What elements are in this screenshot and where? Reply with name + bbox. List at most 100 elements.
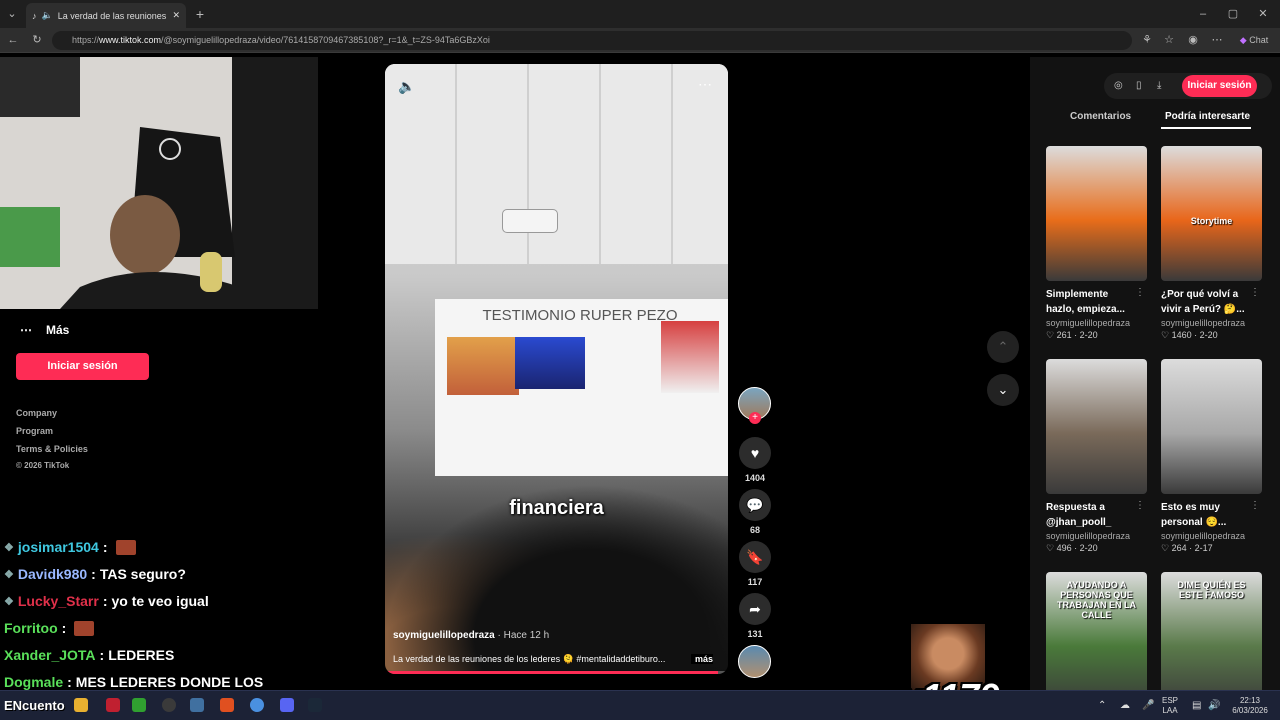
- video-card[interactable]: Esto es muy personal 😌... ⋮ soymiguelillop…: [1161, 359, 1262, 554]
- video-card[interactable]: DIME QUIÉN ES ESTE FAMOSO: [1161, 572, 1262, 707]
- language-indicator[interactable]: ESP LAA: [1162, 696, 1178, 716]
- like-button[interactable]: ♥: [739, 437, 771, 469]
- video-card-author[interactable]: soymiguelillopedraza: [1046, 318, 1147, 328]
- video-caption: financiera: [509, 497, 604, 519]
- video-progress-bar[interactable]: [385, 671, 728, 674]
- discord-icon[interactable]: [280, 698, 294, 712]
- app-icon-2[interactable]: [132, 698, 146, 712]
- video-options-icon[interactable]: ⋯: [698, 76, 712, 93]
- device-icon[interactable]: ▯: [1136, 73, 1142, 99]
- video-author[interactable]: soymiguelillopedraza · Hace 12 h: [393, 630, 549, 641]
- tiktok-favicon-icon: ♪: [32, 10, 37, 21]
- minimize-icon[interactable]: –: [1196, 2, 1210, 26]
- video-card-thumbnail[interactable]: Storytime: [1161, 146, 1262, 281]
- video-card-title[interactable]: ¿Por qué volví a vivir a Perú? 🤔...: [1161, 287, 1262, 317]
- close-window-icon[interactable]: ✕: [1256, 2, 1270, 26]
- comment-button[interactable]: 💬: [739, 489, 771, 521]
- favorites-icon[interactable]: ☆: [1162, 28, 1176, 53]
- clock-time: 22:13: [1239, 696, 1261, 705]
- menu-icon[interactable]: ⋯: [1210, 28, 1224, 53]
- app-icon-1[interactable]: [106, 698, 120, 712]
- copilot-chat-button[interactable]: ◆ Chat: [1234, 28, 1274, 53]
- steam-icon[interactable]: [308, 698, 322, 712]
- video-card[interactable]: AYUDANDO A PERSONAS QUE TRABAJAN EN LA C…: [1046, 572, 1147, 707]
- brave-icon[interactable]: [220, 698, 234, 712]
- chat-username: Lucky_Starr: [17, 593, 99, 609]
- video-card[interactable]: Simplemente hazlo, empieza... ⋮ soymigueli…: [1046, 146, 1147, 341]
- video-card-date: 2-20: [1199, 330, 1218, 340]
- webcam-overlay: [0, 57, 318, 309]
- video-card-title[interactable]: Esto es muy personal 😌...: [1161, 500, 1262, 530]
- share-button[interactable]: ➦: [739, 593, 771, 625]
- network-icon[interactable]: ▤: [1192, 701, 1201, 711]
- save-button[interactable]: 🔖: [739, 541, 771, 573]
- tab-comments[interactable]: Comentarios: [1070, 111, 1131, 122]
- video-card-thumbnail[interactable]: DIME QUIÉN ES ESTE FAMOSO: [1161, 572, 1262, 707]
- extensions-icon[interactable]: ⚘: [1140, 28, 1154, 53]
- speaker-icon[interactable]: 🔈: [42, 10, 53, 21]
- tray-expand-icon[interactable]: ⌃: [1098, 701, 1106, 711]
- card-options-icon[interactable]: ⋮: [1250, 500, 1260, 511]
- copyright: © 2026 TikTok: [16, 461, 70, 470]
- video-player[interactable]: TESTIMONIO RUPER PEZO financiera 🔈 ⋯ soy…: [385, 64, 728, 674]
- tab-you-may-like[interactable]: Podría interesarte: [1165, 111, 1250, 122]
- mic-icon[interactable]: 🎤: [1142, 701, 1154, 711]
- profile-icon[interactable]: ◉: [1186, 28, 1200, 53]
- sound-avatar[interactable]: [738, 645, 771, 678]
- video-card[interactable]: Storytime ¿Por qué volví a vivir a Perú? …: [1161, 146, 1262, 341]
- lang-code: ESP: [1162, 696, 1179, 705]
- card-options-icon[interactable]: ⋮: [1135, 287, 1145, 298]
- slide-photo-2: [515, 337, 585, 389]
- next-video-button[interactable]: ⌄: [987, 374, 1019, 406]
- top-login-button[interactable]: Iniciar sesión: [1182, 75, 1257, 97]
- save-count: 117: [747, 577, 763, 587]
- chat-username: josimar1504: [17, 539, 99, 555]
- video-card-author[interactable]: soymiguelillopedraza: [1046, 531, 1147, 541]
- chat-message: Xander_JOTA: LEDERES: [4, 647, 174, 663]
- video-card[interactable]: Respuesta a @jhan_pooll_ Toc...⋮ soymigue…: [1046, 359, 1147, 554]
- footer-link-terms[interactable]: Terms & Policies: [16, 444, 88, 454]
- video-card-thumbnail[interactable]: [1161, 359, 1262, 494]
- maximize-icon[interactable]: ▢: [1226, 2, 1240, 26]
- card-options-icon[interactable]: ⋮: [1250, 287, 1260, 298]
- app-icon-3[interactable]: [190, 698, 204, 712]
- follow-plus-icon[interactable]: +: [749, 412, 761, 424]
- close-tab-icon[interactable]: ✕: [172, 10, 180, 21]
- more-menu[interactable]: ⋯ Más: [20, 323, 69, 337]
- onedrive-icon[interactable]: ☁: [1120, 701, 1130, 711]
- explore-icon[interactable]: ◎: [1114, 73, 1123, 99]
- card-options-icon[interactable]: ⋮: [1135, 500, 1145, 511]
- volume-icon[interactable]: 🔊: [1208, 701, 1220, 711]
- footer-link-company[interactable]: Company: [16, 408, 57, 418]
- stats-separator: ·: [1191, 330, 1200, 340]
- screen: { "browser": { "tab_title": "La verdad d…: [0, 0, 1280, 720]
- video-card-title[interactable]: Respuesta a @jhan_pooll_ Toc...: [1046, 500, 1147, 530]
- url-field[interactable]: https://www.tiktok.com/@soymiguelilloped…: [52, 31, 1132, 50]
- login-button[interactable]: Iniciar sesión: [16, 353, 149, 380]
- video-card-thumbnail[interactable]: [1046, 359, 1147, 494]
- footer-link-program[interactable]: Program: [16, 426, 53, 436]
- browser-tab[interactable]: ♪ 🔈 La verdad de las reuniones de ✕: [26, 3, 186, 28]
- refresh-icon[interactable]: ↻: [30, 28, 44, 53]
- chat-message: ❖ Davidk980: TAS seguro?: [4, 566, 186, 582]
- obs-icon[interactable]: [162, 698, 176, 712]
- tab-list-icon[interactable]: ⌄: [4, 2, 20, 26]
- video-card-thumbnail[interactable]: [1046, 146, 1147, 281]
- mute-icon[interactable]: 🔈: [398, 78, 415, 95]
- video-card-thumbnail[interactable]: AYUDANDO A PERSONAS QUE TRABAJAN EN LA C…: [1046, 572, 1147, 707]
- clock[interactable]: 22:13 6/03/2026: [1226, 696, 1274, 716]
- chrome-icon[interactable]: [250, 698, 264, 712]
- chat-message: Dogmale: MES LEDERES DONDE LOS: [4, 674, 263, 690]
- video-card-author[interactable]: soymiguelillopedraza: [1161, 318, 1262, 328]
- chat-emote: [74, 620, 95, 636]
- video-card-title[interactable]: Simplemente hazlo, empieza...: [1046, 287, 1147, 317]
- tab-title: La verdad de las reuniones de: [57, 10, 168, 21]
- bookmark-icon: 🔖: [746, 548, 764, 565]
- back-icon[interactable]: ←: [6, 28, 20, 53]
- file-explorer-icon[interactable]: [74, 698, 88, 712]
- video-card-author[interactable]: soymiguelillopedraza: [1161, 531, 1262, 541]
- new-tab-icon[interactable]: +: [193, 2, 207, 26]
- previous-video-button[interactable]: ⌃: [987, 331, 1019, 363]
- more-description-link[interactable]: más: [690, 654, 713, 664]
- download-icon[interactable]: ⤓: [1157, 73, 1161, 99]
